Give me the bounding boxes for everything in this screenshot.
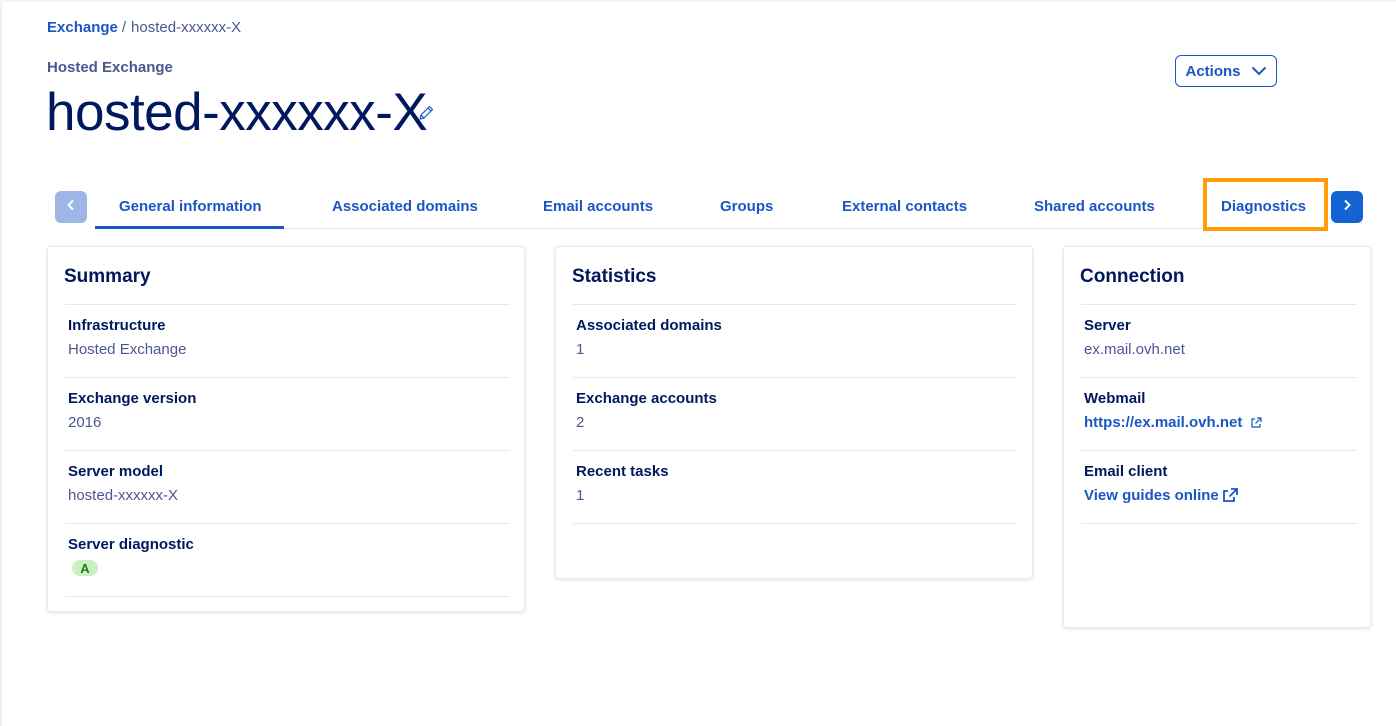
active-tab-indicator (95, 226, 284, 229)
tab-groups[interactable]: Groups (720, 198, 773, 215)
chevron-down-icon (1251, 63, 1267, 80)
tab-general-information[interactable]: General information (119, 198, 262, 215)
divider (1081, 304, 1357, 305)
infrastructure-label: Infrastructure (68, 317, 166, 334)
tab-associated-domains[interactable]: Associated domains (332, 198, 478, 215)
breadcrumb-current: hosted-xxxxxx-X (131, 19, 242, 36)
recent-tasks-value: 1 (576, 487, 585, 504)
divider (65, 304, 510, 305)
tabs-next-button[interactable] (1331, 191, 1363, 223)
actions-label: Actions (1185, 62, 1241, 80)
statistics-card: Statistics Associated domains 1 Exchange… (555, 246, 1033, 579)
statistics-title: Statistics (572, 266, 657, 287)
email-client-label: Email client (1084, 463, 1168, 480)
server-label: Server (1084, 317, 1131, 334)
external-link-icon (1222, 488, 1238, 503)
summary-title: Summary (64, 266, 151, 287)
diagnostic-grade-badge: A (72, 560, 98, 576)
breadcrumb: Exchange / hosted-xxxxxx-X (47, 19, 241, 36)
server-value: ex.mail.ovh.net (1084, 341, 1185, 358)
exchange-accounts-label: Exchange accounts (576, 390, 717, 407)
divider (65, 596, 510, 597)
divider (65, 450, 510, 451)
divider (65, 523, 510, 524)
view-guides-link[interactable]: View guides online (1084, 487, 1238, 504)
webmail-label: Webmail (1084, 390, 1146, 407)
webmail-link[interactable]: https://ex.mail.ovh.net (1084, 414, 1262, 431)
divider (573, 450, 1017, 451)
tab-email-accounts[interactable]: Email accounts (543, 198, 653, 215)
breadcrumb-separator: / (121, 19, 127, 36)
chevron-right-icon (1342, 198, 1352, 216)
tab-shared-accounts[interactable]: Shared accounts (1034, 198, 1155, 215)
page-title: hosted-xxxxxx-X (46, 83, 428, 142)
divider (1081, 377, 1357, 378)
summary-card: Summary Infrastructure Hosted Exchange E… (47, 246, 525, 612)
tab-external-contacts[interactable]: External contacts (842, 198, 967, 215)
divider (65, 377, 510, 378)
server-model-value: hosted-xxxxxx-X (68, 487, 179, 504)
external-link-icon (1250, 416, 1262, 429)
service-type-label: Hosted Exchange (47, 59, 173, 76)
exchange-version-label: Exchange version (68, 390, 197, 407)
divider (573, 377, 1017, 378)
connection-title: Connection (1080, 266, 1185, 287)
window-edge-top (0, 0, 1396, 2)
actions-button[interactable]: Actions (1175, 55, 1277, 87)
associated-domains-value: 1 (576, 341, 585, 358)
diagnostics-highlight (1203, 178, 1328, 231)
window-edge (0, 0, 2, 726)
associated-domains-label: Associated domains (576, 317, 722, 334)
infrastructure-value: Hosted Exchange (68, 341, 187, 358)
recent-tasks-label: Recent tasks (576, 463, 669, 480)
server-diagnostic-label: Server diagnostic (68, 536, 194, 553)
exchange-version-value: 2016 (68, 414, 102, 431)
pencil-icon[interactable] (417, 104, 435, 122)
divider (573, 523, 1017, 524)
exchange-accounts-value: 2 (576, 414, 585, 431)
tabs-prev-button[interactable] (55, 191, 87, 223)
connection-card: Connection Server ex.mail.ovh.net Webmai… (1063, 246, 1371, 628)
view-guides-link-text: View guides online (1084, 487, 1219, 504)
divider (1081, 523, 1357, 524)
chevron-left-icon (66, 198, 76, 216)
divider (1081, 450, 1357, 451)
divider (573, 304, 1017, 305)
server-model-label: Server model (68, 463, 164, 480)
breadcrumb-exchange-link[interactable]: Exchange (47, 19, 118, 36)
webmail-link-text: https://ex.mail.ovh.net (1084, 414, 1243, 431)
